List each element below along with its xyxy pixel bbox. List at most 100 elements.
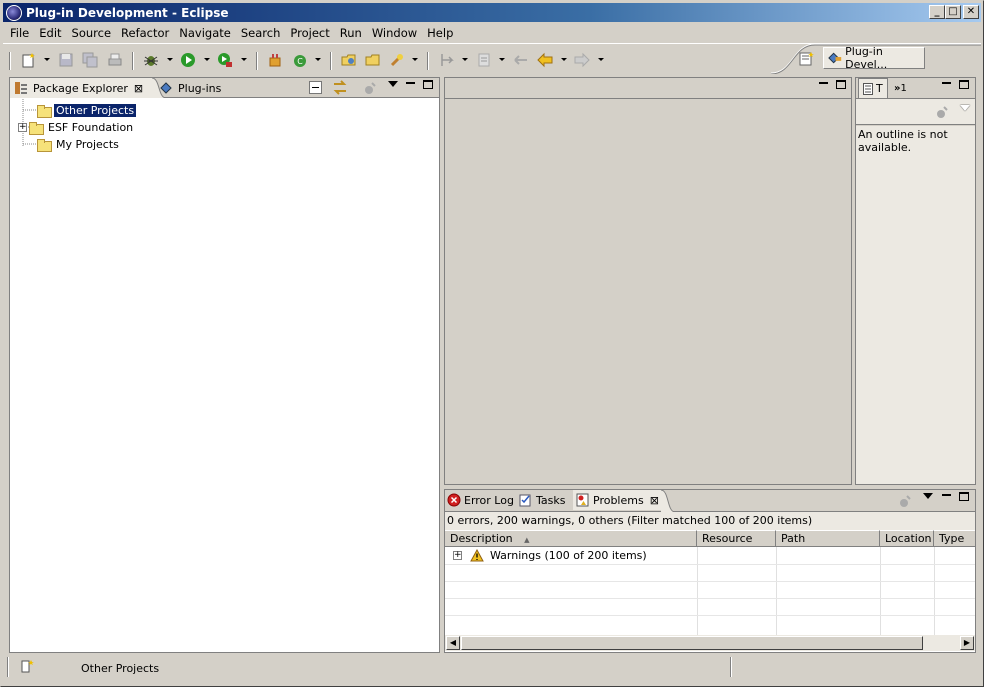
previous-annotation-dropdown-arrow[interactable] bbox=[499, 58, 505, 61]
plugins-icon bbox=[160, 82, 172, 94]
tab-outline[interactable]: T bbox=[858, 78, 888, 98]
problems-view: Error Log Tasks Problems ⊠ 0 errors, 200… bbox=[444, 489, 976, 653]
save-icon[interactable] bbox=[58, 52, 74, 68]
tab-outline-label: T bbox=[876, 82, 883, 95]
toolbar-separator bbox=[256, 52, 258, 70]
debug-icon[interactable] bbox=[143, 52, 159, 68]
column-header-path[interactable]: Path bbox=[776, 530, 880, 547]
maximize-view-icon[interactable] bbox=[959, 492, 969, 501]
search-dropdown-arrow[interactable] bbox=[412, 58, 418, 61]
menu-source[interactable]: Source bbox=[67, 26, 117, 40]
open-type-icon[interactable] bbox=[341, 52, 357, 68]
last-edit-location-icon[interactable] bbox=[513, 52, 529, 68]
menu-file[interactable]: File bbox=[3, 26, 34, 40]
view-toolbar-icon[interactable] bbox=[899, 494, 913, 508]
tree-item-esf-foundation[interactable]: + ESF Foundation bbox=[18, 119, 133, 136]
minimize-window-button[interactable]: _ bbox=[929, 5, 945, 19]
view-menu-icon[interactable] bbox=[388, 81, 398, 87]
run-icon[interactable] bbox=[180, 52, 196, 68]
open-folder-icon[interactable] bbox=[365, 52, 381, 68]
tab-curve bbox=[661, 490, 675, 512]
new-class-icon[interactable]: C bbox=[292, 52, 308, 68]
tab-package-explorer[interactable]: Package Explorer ⊠ bbox=[10, 78, 154, 98]
column-divider bbox=[697, 547, 698, 637]
row-divider bbox=[445, 564, 975, 565]
close-window-button[interactable]: ✕ bbox=[963, 5, 979, 19]
minimize-view-icon[interactable] bbox=[942, 82, 951, 84]
maximize-view-icon[interactable] bbox=[423, 80, 433, 89]
scroll-right-arrow-icon[interactable]: ▶ bbox=[960, 636, 974, 650]
tab-overflow[interactable]: » 1 bbox=[894, 78, 914, 98]
eclipse-window: Plug-in Development - Eclipse _ □ ✕ File… bbox=[0, 0, 984, 687]
external-tools-icon[interactable] bbox=[217, 52, 233, 68]
back-arrow-icon[interactable] bbox=[537, 52, 553, 68]
new-dropdown-arrow[interactable] bbox=[44, 58, 50, 61]
link-with-editor-icon[interactable] bbox=[332, 80, 348, 95]
run-dropdown-arrow[interactable] bbox=[204, 58, 210, 61]
problems-icon bbox=[576, 493, 589, 507]
save-all-icon[interactable] bbox=[82, 52, 98, 68]
forward-dropdown-arrow[interactable] bbox=[598, 58, 604, 61]
next-annotation-icon[interactable] bbox=[439, 52, 455, 68]
horizontal-scrollbar[interactable]: ◀ ▶ bbox=[445, 635, 975, 651]
menu-edit[interactable]: Edit bbox=[34, 26, 66, 40]
eclipse-logo-icon bbox=[6, 4, 22, 21]
maximize-window-button[interactable]: □ bbox=[945, 5, 961, 19]
menu-navigate[interactable]: Navigate bbox=[174, 26, 236, 40]
tree-item-my-projects[interactable]: My Projects bbox=[36, 136, 119, 153]
view-menu-icon[interactable] bbox=[923, 493, 933, 499]
back-dropdown-arrow[interactable] bbox=[561, 58, 567, 61]
new-class-dropdown-arrow[interactable] bbox=[315, 58, 321, 61]
menu-run[interactable]: Run bbox=[335, 26, 367, 40]
column-header-type[interactable]: Type bbox=[934, 530, 975, 547]
menu-refactor[interactable]: Refactor bbox=[116, 26, 174, 40]
maximize-editor-icon[interactable] bbox=[836, 80, 846, 89]
close-tab-icon[interactable]: ⊠ bbox=[134, 82, 143, 95]
expand-node-icon[interactable]: + bbox=[18, 123, 27, 132]
tree-item-label: My Projects bbox=[56, 138, 119, 151]
tab-problems[interactable]: Problems ⊠ bbox=[573, 490, 663, 510]
error-log-icon bbox=[447, 493, 461, 507]
scroll-left-arrow-icon[interactable]: ◀ bbox=[446, 636, 460, 650]
view-toolbar-icon[interactable] bbox=[936, 105, 950, 119]
title-bar[interactable]: Plug-in Development - Eclipse _ □ ✕ bbox=[3, 3, 981, 22]
warning-group-label: Warnings (100 of 200 items) bbox=[490, 549, 647, 562]
new-wizard-icon[interactable] bbox=[21, 52, 37, 68]
menu-help[interactable]: Help bbox=[422, 26, 458, 40]
forward-arrow-icon[interactable] bbox=[574, 52, 590, 68]
view-toolbar-icon[interactable] bbox=[364, 81, 378, 95]
previous-annotation-icon[interactable] bbox=[476, 52, 492, 68]
tab-plugins[interactable]: Plug-ins bbox=[160, 78, 232, 98]
menu-search[interactable]: Search bbox=[236, 26, 286, 40]
column-header-description[interactable]: Description ▲ bbox=[445, 530, 697, 547]
tab-error-log[interactable]: Error Log bbox=[447, 490, 517, 510]
tree-item-other-projects[interactable]: Other Projects bbox=[36, 102, 138, 119]
toolbar-separator bbox=[427, 52, 429, 70]
next-annotation-dropdown-arrow[interactable] bbox=[462, 58, 468, 61]
new-plugin-project-icon[interactable] bbox=[267, 52, 283, 68]
column-header-resource[interactable]: Resource bbox=[697, 530, 776, 547]
plugin-development-perspective-button[interactable]: Plug-in Devel... bbox=[823, 45, 925, 71]
print-icon[interactable] bbox=[107, 52, 123, 68]
expand-node-icon[interactable]: + bbox=[453, 551, 462, 560]
menu-project[interactable]: Project bbox=[285, 26, 334, 40]
close-tab-icon[interactable]: ⊠ bbox=[650, 494, 659, 507]
tab-tasks[interactable]: Tasks bbox=[519, 490, 571, 510]
minimize-view-icon[interactable] bbox=[942, 494, 951, 496]
minimize-editor-icon[interactable] bbox=[819, 82, 828, 84]
debug-dropdown-arrow[interactable] bbox=[167, 58, 173, 61]
overflow-count: 1 bbox=[900, 82, 907, 94]
minimize-view-icon[interactable] bbox=[406, 82, 415, 84]
fast-view-icon[interactable] bbox=[21, 659, 35, 673]
open-perspective-icon[interactable] bbox=[799, 51, 815, 67]
search-torch-icon[interactable] bbox=[389, 52, 405, 68]
table-row[interactable]: + Warnings (100 of 200 items) bbox=[453, 547, 647, 564]
collapse-all-icon[interactable] bbox=[309, 81, 322, 94]
column-header-location[interactable]: Location bbox=[880, 530, 934, 547]
scrollbar-thumb[interactable] bbox=[461, 636, 923, 650]
tree-item-label: Other Projects bbox=[52, 103, 138, 118]
view-menu-icon[interactable] bbox=[960, 105, 970, 111]
external-tools-dropdown-arrow[interactable] bbox=[241, 58, 247, 61]
menu-window[interactable]: Window bbox=[367, 26, 422, 40]
maximize-view-icon[interactable] bbox=[959, 80, 969, 89]
